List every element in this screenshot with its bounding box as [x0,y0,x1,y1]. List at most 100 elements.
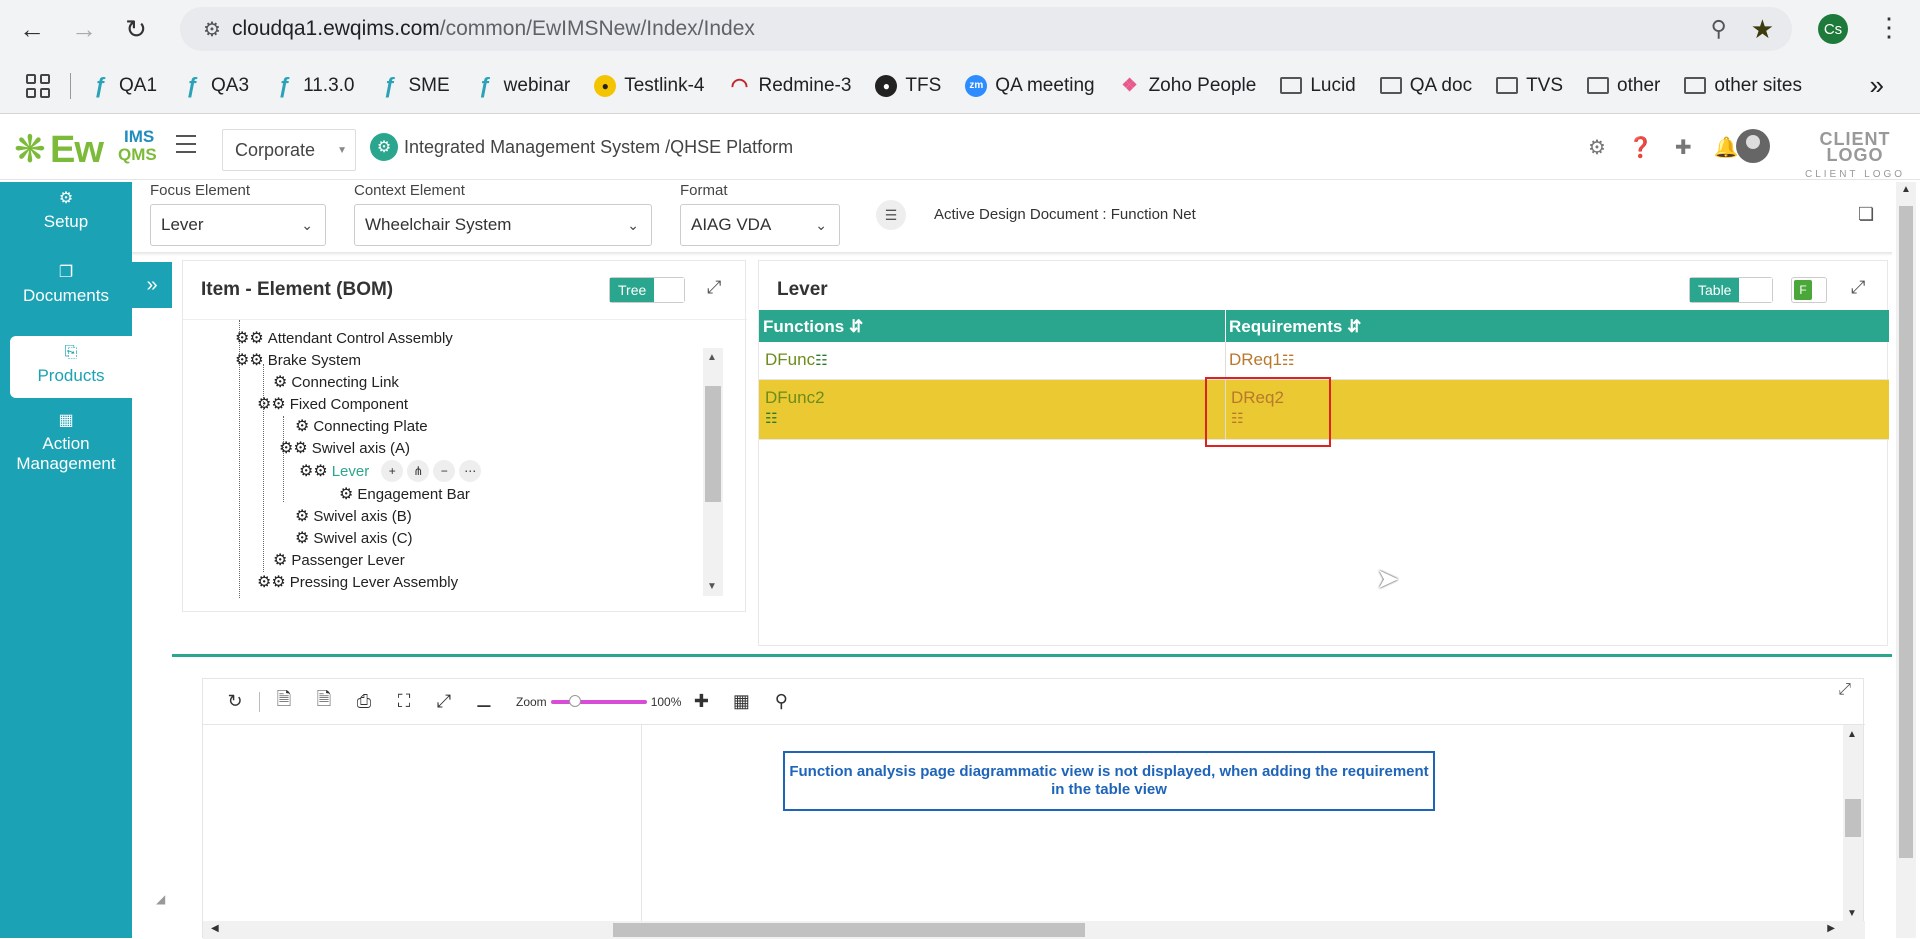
focus-element-select[interactable]: Lever ⌄ [150,204,326,246]
column-header-functions[interactable]: Functions ⇵ [763,317,863,337]
tree-node[interactable]: ⚙⚙ Swivel axis (A) [279,438,410,458]
help-icon[interactable]: ❓ [1628,135,1653,160]
tree-node[interactable]: ⚙ Swivel axis (C) [295,528,413,548]
table-row[interactable]: DFunc☷ DReq1☷ [759,342,1889,380]
settings-gear-icon[interactable]: ⚙ [1588,135,1606,160]
add-icon[interactable]: ✚ [1675,135,1692,160]
hierarchy-icon[interactable]: ☷ [765,410,778,427]
bookmark-qa1[interactable]: ƒ QA1 [89,73,157,98]
tree-node[interactable]: ⚙ Swivel axis (B) [295,506,412,526]
scrollbar-thumb[interactable] [705,386,721,502]
panel-divider[interactable] [172,654,1892,657]
scroll-left-icon[interactable]: ◀ [211,923,219,934]
format-select[interactable]: AIAG VDA ⌄ [680,204,840,246]
tree-node[interactable]: ⚙ Connecting Link [273,372,399,392]
bookmark-sme[interactable]: ƒ SME [378,73,449,98]
bookmark-qa-doc[interactable]: QA doc [1379,75,1472,97]
column-header-requirements[interactable]: Requirements ⇵ [1229,317,1361,337]
bookmark-webinar[interactable]: ƒ webinar [474,73,571,98]
sidebar-item-action-management[interactable]: ▦ Action Management [0,410,132,480]
bookmark-redmine[interactable]: ◠ Redmine-3 [728,75,852,98]
function-cell[interactable]: DFunc☷ [765,350,828,370]
tree-view-toggle[interactable]: Tree [609,277,685,303]
print-icon[interactable]: ⎙ [344,691,384,712]
fit-screen-icon[interactable]: ⛶ [384,691,424,712]
expand-icon[interactable]: ⤢ [1851,277,1865,298]
function-cell[interactable]: DFunc2 ☷ [765,388,825,428]
expand-icon[interactable]: ⤢ [707,277,721,298]
scroll-right-icon[interactable]: ▶ [1827,923,1835,934]
bookmark-other-sites[interactable]: other sites [1684,75,1802,97]
scrollbar-thumb[interactable] [1899,206,1913,858]
zoom-slider[interactable] [550,694,647,707]
address-bar[interactable]: ⚙ cloudqa1.ewqims.com/common/EwIMSNew/In… [180,7,1792,51]
back-icon[interactable]: ← [12,9,52,49]
filter-f-toggle[interactable]: F [1791,277,1827,303]
resize-grip-icon[interactable]: ◢ [156,892,165,906]
browser-menu-icon[interactable]: ⋮ [1876,12,1902,43]
hamburger-menu-icon[interactable] [176,135,196,153]
expand-panel-button[interactable]: » [132,262,172,308]
site-settings-icon[interactable]: ⚙ [192,17,232,42]
sidebar-item-documents[interactable]: ❐ Documents [0,262,132,318]
sidebar-item-products[interactable]: ⎘ Products [10,336,132,398]
more-options-button[interactable]: ⋯ [459,460,482,482]
bookmark-other[interactable]: other [1587,75,1660,97]
tree-node[interactable]: ⚙ Engagement Bar [339,484,470,504]
scrollbar-thumb[interactable] [1845,799,1861,837]
remove-node-button[interactable]: − [433,460,456,482]
forward-icon[interactable]: → [64,9,104,49]
scroll-up-icon[interactable]: ▲ [1847,729,1857,740]
tree-node[interactable]: ⚙ Passenger Lever [273,550,405,570]
scroll-down-icon[interactable]: ▼ [1847,908,1857,919]
reload-icon[interactable]: ↻ [116,9,156,49]
tree-node[interactable]: ⚙⚙ Fixed Component [257,394,408,414]
bookmark-testlink[interactable]: ● Testlink-4 [594,74,704,97]
bookmark-tfs[interactable]: ● TFS [875,74,941,97]
tree-node[interactable]: ⚙⚙ Attendant Control Assembly [235,328,453,348]
tree-node-selected[interactable]: ⚙⚙ Lever + ⋔ − ⋯ [299,460,482,482]
table-view-toggle[interactable]: Table [1689,277,1773,303]
apps-grid-icon[interactable] [26,73,50,98]
ewqims-logo[interactable]: ❋ Ew IMS QMS [14,125,158,171]
hierarchy-icon[interactable]: ☷ [815,352,828,369]
tree-node[interactable]: ⚙ Connecting Plate [295,416,428,436]
zoom-lens-icon[interactable]: ⚲ [1711,16,1727,42]
add-child-button[interactable]: + [381,460,404,482]
tree-node[interactable]: ⚙⚙ Pressing Lever Assembly [257,572,458,592]
export-svg-icon[interactable]: 🗎 [264,687,304,717]
refresh-icon[interactable]: ↻ [215,691,255,712]
profile-avatar[interactable]: Cs [1818,14,1848,44]
scroll-up-icon[interactable]: ▲ [707,352,717,363]
bookmark-tvs[interactable]: TVS [1496,75,1563,97]
expand-icon[interactable]: ⤢ [1838,681,1851,699]
diagram-vertical-scrollbar[interactable]: ▲ ▼ [1843,725,1863,923]
layers-icon[interactable]: ☰ [876,200,906,230]
scroll-down-icon[interactable]: ▼ [707,581,717,592]
diagram-horizontal-scrollbar[interactable]: ◀ ▶ [203,921,1865,939]
more-bookmarks-icon[interactable]: » [1870,70,1884,101]
fullscreen-icon[interactable]: ⤢ [424,691,464,712]
tree-scrollbar[interactable]: ▲ ▼ [703,348,723,596]
user-avatar[interactable] [1736,129,1770,163]
copy-icon[interactable]: ❏ [1858,204,1874,225]
tree-node[interactable]: ⚙⚙ Brake System [235,350,361,370]
requirement-cell[interactable]: DReq1☷ [1229,350,1294,370]
sidebar-item-setup[interactable]: ⚙ Setup [0,188,132,244]
bookmark-qa-meeting[interactable]: zm QA meeting [965,74,1095,97]
scrollbar-thumb[interactable] [613,923,1085,937]
hierarchy-icon[interactable]: ☷ [1282,352,1295,369]
hierarchy-button[interactable]: ⋔ [407,460,430,482]
bookmark-qa3[interactable]: ƒ QA3 [181,73,249,98]
bookmark-lucid[interactable]: Lucid [1280,75,1356,97]
export-png-icon[interactable]: 🗎 [304,687,344,717]
search-zoom-icon[interactable]: ⚲ [761,691,801,712]
zoom-out-icon[interactable]: ⚊ [464,691,504,712]
bookmark-1130[interactable]: ƒ 11.3.0 [273,73,355,98]
context-element-select[interactable]: Wheelchair System ⌄ [354,204,652,246]
grid-icon[interactable]: ▦ [721,691,761,712]
notification-bell-icon[interactable]: 🔔 [1714,135,1739,160]
page-scrollbar[interactable]: ▲ [1896,182,1916,938]
bookmark-star-icon[interactable]: ★ [1751,14,1774,45]
organization-select[interactable]: Corporate ▼ [222,129,356,171]
